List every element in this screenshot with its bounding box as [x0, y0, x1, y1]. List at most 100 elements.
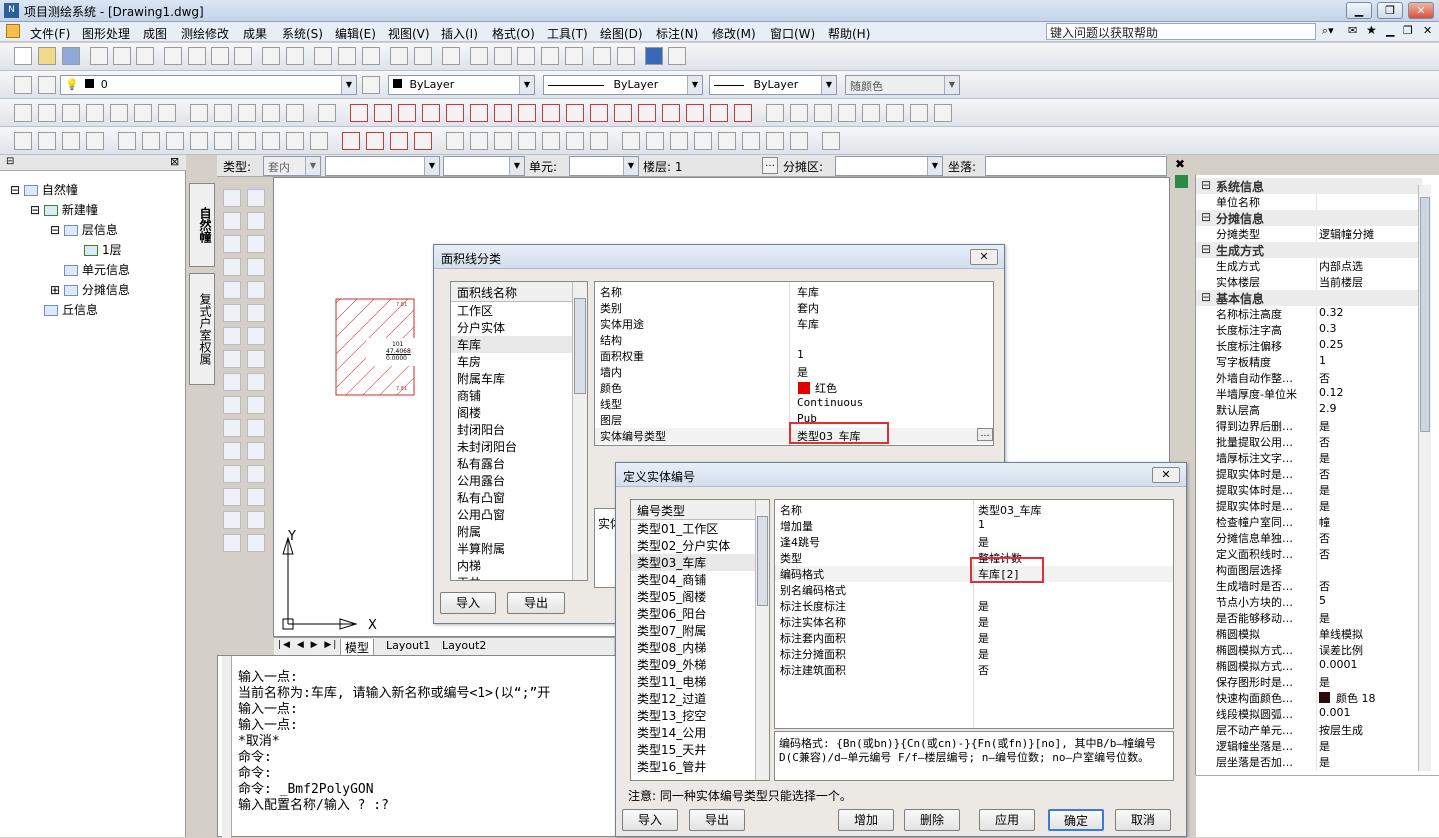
zoom-extents-icon[interactable] — [565, 47, 583, 65]
point-icon[interactable] — [223, 465, 241, 483]
tile-icon[interactable] — [542, 104, 560, 122]
property-row[interactable]: 检查幢户室同… 幢 — [1196, 514, 1422, 530]
subtype-select[interactable]: ▼ — [325, 156, 440, 176]
list-item[interactable]: 类型07_附属 — [631, 622, 769, 639]
plan-icon[interactable] — [638, 104, 656, 122]
chevron-down-icon[interactable]: ▼ — [944, 76, 959, 94]
zoom-realtime-icon[interactable] — [494, 47, 512, 65]
menu-graphics[interactable]: 图形处理 — [82, 25, 130, 42]
preview-icon[interactable] — [113, 47, 131, 65]
markup-icon[interactable] — [668, 47, 686, 65]
property-row[interactable]: 快速构面颜色… 颜色 18 — [1196, 690, 1422, 706]
property-value[interactable]: 幢 — [1319, 514, 1330, 530]
door-icon[interactable] — [350, 104, 368, 122]
remove-icon[interactable] — [86, 132, 104, 150]
property-row[interactable]: 默认层高 2.9 — [1196, 402, 1422, 418]
arc-tool[interactable] — [38, 104, 56, 122]
plotstyle-select[interactable]: 随颜色 ▼ — [845, 75, 960, 95]
dialog-close-button[interactable]: ✕ — [1152, 467, 1180, 483]
distance-icon[interactable] — [390, 47, 408, 65]
room-b-icon[interactable] — [366, 132, 384, 150]
chevron-down-icon[interactable]: ▼ — [821, 76, 836, 94]
help-icon[interactable] — [645, 47, 663, 65]
menu-dimension[interactable]: 标注(N) — [656, 25, 698, 42]
erase-icon[interactable] — [247, 189, 265, 207]
property-category[interactable]: ⊟ 系统信息 — [1196, 178, 1422, 194]
property-value[interactable]: 是 — [1319, 754, 1330, 770]
array-icon[interactable] — [247, 281, 265, 299]
move-icon[interactable] — [247, 304, 265, 322]
menu-modify[interactable]: 修改(M) — [712, 25, 756, 42]
property-row[interactable]: 提取实体时是… 是 — [1196, 482, 1422, 498]
expand-icon[interactable]: ⊞ — [50, 283, 60, 297]
property-row[interactable]: 生成墙时是否… 否 — [1196, 578, 1422, 594]
tool-palette-icon[interactable] — [338, 47, 356, 65]
property-category[interactable]: ⊟ 生成方式 — [1196, 242, 1422, 258]
insert-block-icon[interactable] — [223, 419, 241, 437]
property-value[interactable]: 逻辑幢分摊 — [1319, 226, 1374, 242]
circle-icon[interactable] — [223, 327, 241, 345]
list-item[interactable]: 类型08_内梯 — [631, 639, 769, 656]
square2-icon[interactable] — [494, 132, 512, 150]
list-item[interactable]: 附属 — [451, 523, 587, 540]
mtext-icon[interactable] — [223, 534, 241, 552]
copy-icon[interactable] — [188, 47, 206, 65]
property-value[interactable]: 否 — [1319, 546, 1330, 562]
chevron-down-icon[interactable]: ▼ — [509, 157, 524, 175]
corridor-icon[interactable] — [590, 104, 608, 122]
property-row[interactable]: 墙厚标注文字… 是 — [1196, 450, 1422, 466]
chevron-down-icon[interactable]: ▼ — [341, 76, 356, 94]
menu-help[interactable]: 帮助(H) — [828, 25, 870, 42]
property-value[interactable]: 车库 — [797, 316, 819, 332]
ucs-icon[interactable] — [414, 47, 432, 65]
property-category[interactable]: ⊟ 分摊信息 — [1196, 210, 1422, 226]
list-item[interactable]: 半算附属 — [451, 540, 587, 557]
line-tool[interactable] — [14, 104, 32, 122]
list-item[interactable]: 车房 — [451, 353, 587, 370]
publish-icon[interactable] — [136, 47, 154, 65]
delete-a-icon[interactable] — [38, 132, 56, 150]
hatch-icon[interactable] — [766, 104, 784, 122]
property-value[interactable]: 是 — [978, 598, 989, 614]
move-a-icon[interactable] — [238, 132, 256, 150]
list-item[interactable]: 公用凸窗 — [451, 506, 587, 523]
doc-b-icon[interactable] — [742, 132, 760, 150]
property-value[interactable]: 是 — [978, 614, 989, 630]
save-a-icon[interactable] — [310, 132, 328, 150]
property-row[interactable]: 实体楼层 当前楼层 — [1196, 274, 1422, 290]
property-value[interactable]: 0.3 — [1319, 322, 1337, 335]
list-item[interactable]: 工作区 — [451, 302, 587, 319]
property-value[interactable]: 5 — [1319, 594, 1326, 607]
frame-icon[interactable] — [710, 104, 728, 122]
mirror-icon[interactable] — [247, 235, 265, 253]
copy-icon[interactable] — [247, 212, 265, 230]
property-row[interactable]: 层坐落是否加… 是 — [1196, 754, 1422, 770]
property-value[interactable]: 2.9 — [1319, 402, 1337, 415]
property-row[interactable]: 标注长度标注 是 — [775, 598, 1173, 614]
doc-icon[interactable] — [6, 24, 20, 38]
zoom-window-icon[interactable] — [517, 47, 535, 65]
property-value[interactable]: 是 — [1319, 610, 1330, 626]
browse-button[interactable]: … — [977, 428, 993, 441]
use-select[interactable]: ▼ — [443, 156, 525, 176]
list-item[interactable]: 阁楼 — [451, 404, 587, 421]
property-row[interactable]: 节点小方块的… 5 — [1196, 594, 1422, 610]
redo-icon[interactable] — [286, 47, 304, 65]
paste-icon[interactable] — [211, 47, 229, 65]
construction-line-icon[interactable] — [223, 212, 241, 230]
collapse-icon[interactable]: ⊟ — [10, 183, 20, 197]
doc-minimize-button[interactable]: ▁ — [1386, 24, 1394, 37]
export-button[interactable]: 导出 — [689, 809, 745, 831]
polyline-icon[interactable] — [223, 235, 241, 253]
menu-view[interactable]: 视图(V) — [388, 25, 430, 42]
property-row[interactable]: 线型 Continuous — [595, 396, 993, 412]
wall-icon[interactable] — [734, 104, 752, 122]
close-button[interactable]: ✕ — [1408, 2, 1434, 19]
stairs-icon[interactable] — [422, 104, 440, 122]
tag-a-icon[interactable] — [542, 132, 560, 150]
room-a-icon[interactable] — [342, 132, 360, 150]
arc-icon[interactable] — [223, 304, 241, 322]
chamfer-icon[interactable] — [247, 488, 265, 506]
collapse-icon[interactable]: ⊟ — [50, 223, 60, 237]
maximize-button[interactable]: ❐ — [1377, 2, 1403, 19]
